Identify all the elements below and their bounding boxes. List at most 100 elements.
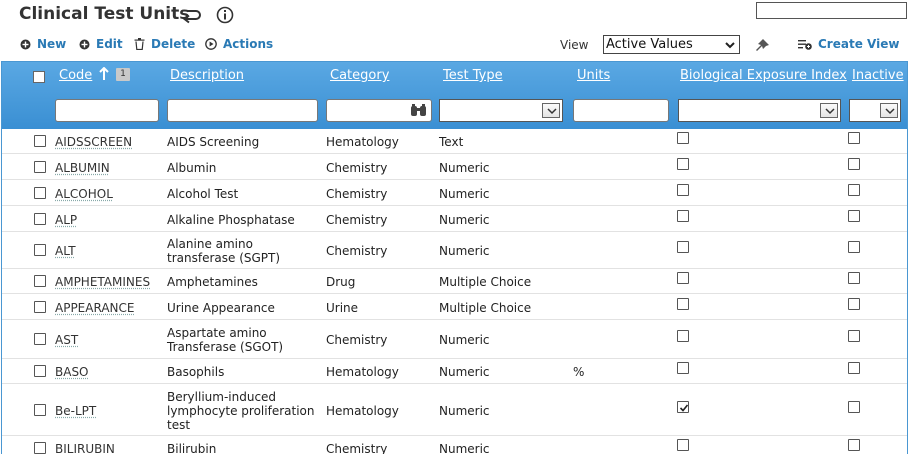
sort-order-badge: 1 [116,68,130,81]
bei-checkbox[interactable] [677,439,689,451]
table-row[interactable]: ALBUMIN Albumin Chemistry Numeric [2,155,907,180]
bei-checkbox[interactable] [677,132,689,144]
bei-checkbox[interactable] [677,272,689,284]
bei-checkbox[interactable] [677,362,689,374]
table-row[interactable]: AIDSSCREEN AIDS Screening Hematology Text [2,129,907,154]
bei-checkbox[interactable] [677,210,689,222]
bei-checkbox[interactable] [677,184,689,196]
code-link[interactable]: BILIRUBIN [55,442,115,454]
code-link[interactable]: ALP [55,213,77,227]
table-row[interactable]: AMPHETAMINES Amphetamines Drug Multiple Cho… [2,270,907,294]
filter-bei-dropdown-button[interactable] [820,103,838,118]
column-header-category[interactable]: Category [330,68,389,83]
table-row[interactable]: AST Aspartate amino Transferase (SGOT) Che… [2,321,907,359]
inactive-checkbox[interactable] [848,439,860,451]
table-row[interactable]: ALCOHOL Alcohol Test Chemistry Numeric [2,181,907,206]
filter-description-input[interactable] [167,99,318,122]
column-header-code[interactable]: Code [59,68,92,83]
code-link[interactable]: APPEARANCE [55,301,134,315]
bei-checkbox[interactable] [677,298,689,310]
table-row[interactable]: APPEARANCE Urine Appearance Urine Multiple … [2,295,907,320]
filter-inactive-select[interactable] [849,99,901,122]
row-select-checkbox[interactable] [34,301,46,313]
table-row[interactable]: BASO Basophils Hematology Numeric% [2,360,907,384]
column-header-description[interactable]: Description [170,68,244,83]
row-select-checkbox[interactable] [34,213,46,225]
binoculars-icon[interactable] [410,104,427,117]
delete-label: Delete [151,37,196,51]
bei-checkbox[interactable] [677,330,689,342]
row-select-checkbox[interactable] [34,442,46,454]
code-link[interactable]: ALBUMIN [55,161,110,175]
inactive-checkbox[interactable] [848,158,860,170]
code-link[interactable]: ALT [55,244,76,258]
code-link[interactable]: AST [55,333,78,347]
inactive-checkbox[interactable] [848,298,860,310]
grid-header: Code 1 Description Category Test Type Un… [2,62,907,129]
table-row[interactable]: BILIRUBIN Bilirubin Chemistry Numeric [2,437,907,454]
column-header-inactive[interactable]: Inactive [852,68,904,83]
filter-category-input[interactable] [326,99,432,122]
back-arrow-icon[interactable] [181,6,203,24]
info-icon[interactable] [216,6,234,24]
inactive-checkbox[interactable] [848,272,860,284]
pin-icon[interactable] [754,37,772,53]
filter-test-type-dropdown-button[interactable] [542,103,560,118]
test-type-cell: Numeric [439,404,490,418]
bei-checkbox[interactable] [677,241,689,253]
new-label: New [37,37,67,51]
inactive-checkbox[interactable] [848,330,860,342]
global-search-input[interactable] [756,2,907,19]
description-cell: Albumin [167,161,217,175]
filter-inactive-dropdown-button[interactable] [880,103,898,118]
create-view-button[interactable]: Create View [798,37,899,51]
description-cell: Bilirubin [167,442,217,454]
row-select-checkbox[interactable] [34,187,46,199]
filter-units-input[interactable] [573,99,669,122]
filter-test-type-select[interactable] [439,99,563,122]
inactive-checkbox[interactable] [848,184,860,196]
inactive-checkbox[interactable] [848,362,860,374]
plus-circle-icon [20,39,31,49]
page-title: Clinical Test Units [19,4,190,24]
inactive-checkbox[interactable] [848,210,860,222]
row-select-checkbox[interactable] [34,365,46,377]
bei-checkbox[interactable] [677,401,689,413]
inactive-checkbox[interactable] [848,132,860,144]
edit-button[interactable]: Edit [79,37,123,51]
inactive-checkbox[interactable] [848,241,860,253]
code-link[interactable]: ALCOHOL [55,187,113,201]
table-row[interactable]: ALT Alanine amino transferase (SGPT) Chemi… [2,233,907,269]
view-select[interactable]: Active Values [603,35,740,54]
select-all-checkbox[interactable] [33,71,45,83]
column-header-test-type[interactable]: Test Type [443,68,503,83]
actions-button[interactable]: Actions [205,37,273,51]
sort-ascending-icon[interactable] [99,67,109,81]
code-link[interactable]: Be-LPT [55,404,96,418]
table-row[interactable]: Be-LPT Beryllium-induced lymphocyte proli… [2,385,907,436]
row-select-checkbox[interactable] [34,404,46,416]
delete-button[interactable]: Delete [134,37,195,51]
play-circle-icon [205,38,217,50]
table-row[interactable]: ALP Alkaline Phosphatase Chemistry Numeric [2,207,907,232]
list-add-icon [798,39,812,50]
column-header-units[interactable]: Units [577,68,610,83]
chevron-down-icon [725,42,735,49]
column-header-bei[interactable]: Biological Exposure Index [680,68,847,83]
bei-checkbox[interactable] [677,158,689,170]
row-select-checkbox[interactable] [34,244,46,256]
test-type-cell: Text [439,135,464,149]
description-cell: Alcohol Test [167,187,239,201]
description-cell: Basophils [167,365,225,379]
row-select-checkbox[interactable] [34,275,46,287]
row-select-checkbox[interactable] [34,161,46,173]
row-select-checkbox[interactable] [34,135,46,147]
filter-code-input[interactable] [55,99,159,122]
code-link[interactable]: AIDSSCREEN [55,135,132,149]
filter-bei-select[interactable] [678,99,841,122]
code-link[interactable]: BASO [55,365,89,379]
new-button[interactable]: New [20,37,66,51]
row-select-checkbox[interactable] [34,333,46,345]
inactive-checkbox[interactable] [848,401,860,413]
code-link[interactable]: AMPHETAMINES [55,275,150,289]
